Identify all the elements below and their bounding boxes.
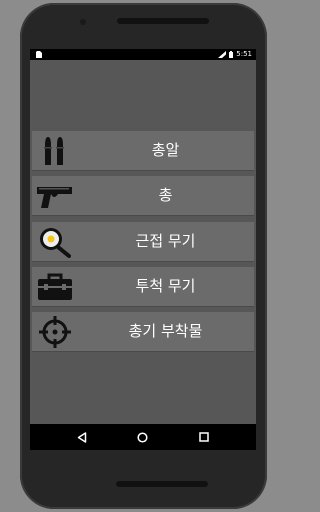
bullets-icon (35, 133, 75, 168)
home-icon[interactable] (134, 428, 152, 446)
menu-item-guns[interactable]: 총 (32, 176, 254, 216)
pistol-icon (35, 178, 75, 213)
menu-item-label: 근접 무기 (135, 232, 196, 250)
frying-pan-icon (35, 224, 75, 259)
top-speaker (117, 18, 209, 24)
status-time: 5:51 (236, 50, 252, 58)
status-bar: 5:51 (30, 49, 256, 60)
back-icon[interactable] (73, 428, 91, 446)
menu-item-throwables[interactable]: 투척 무기 (32, 267, 254, 307)
front-camera (80, 19, 86, 25)
battery-icon (229, 51, 234, 58)
recents-icon[interactable] (195, 428, 213, 446)
menu-item-label: 총 (158, 186, 173, 204)
menu-item-label: 총알 (151, 141, 180, 159)
menu-item-melee-weapons[interactable]: 근접 무기 (32, 222, 254, 262)
signal-icon (218, 51, 227, 58)
bottom-speaker (116, 481, 208, 487)
menu-item-label: 총기 부착물 (128, 322, 203, 340)
navigation-bar (30, 424, 256, 450)
menu-item-label: 투척 무기 (135, 277, 196, 295)
crosshair-icon (35, 314, 75, 349)
sim-card-icon (36, 51, 42, 58)
status-icons: 5:51 (218, 49, 252, 60)
menu-item-ammo[interactable]: 총알 (32, 131, 254, 171)
menu-item-attachments[interactable]: 총기 부착물 (32, 312, 254, 352)
toolbox-icon (35, 269, 75, 304)
screen: 5:51 총알 총 근접 무기 투척 무기 총기 부착물 (30, 49, 256, 450)
